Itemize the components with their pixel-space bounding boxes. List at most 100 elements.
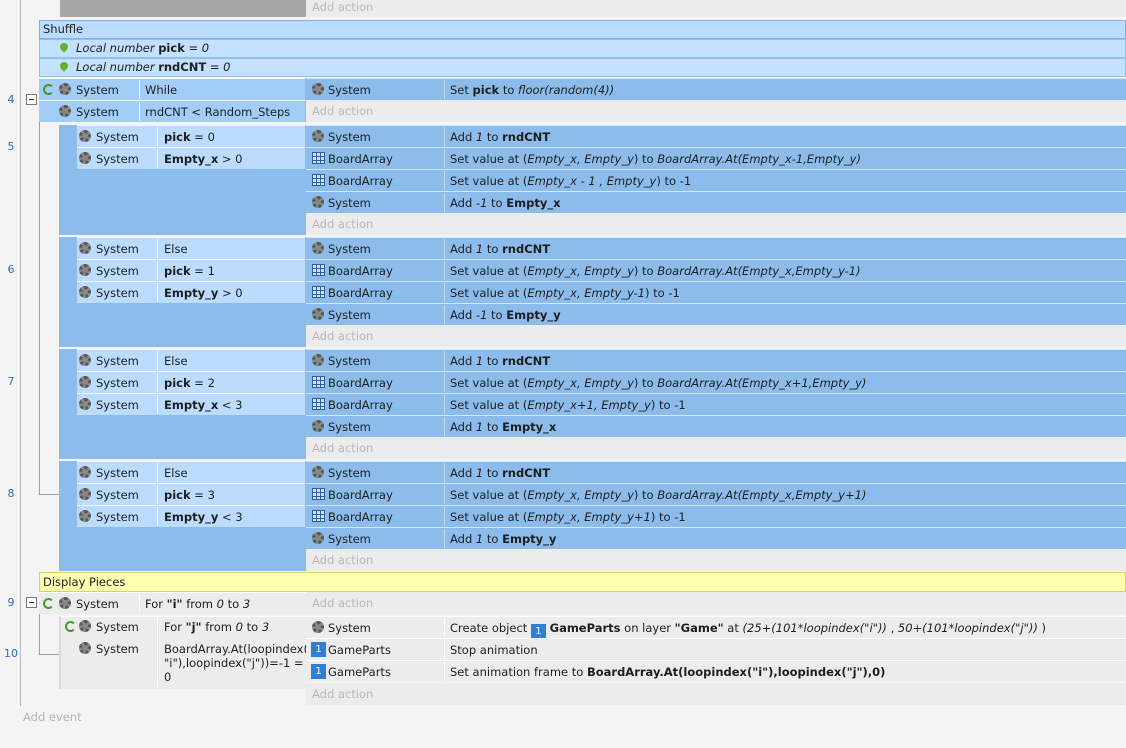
add-action-link[interactable]: Add action: [306, 0, 1126, 17]
array-icon: [312, 376, 325, 388]
gear-icon: [312, 420, 324, 432]
add-action-link[interactable]: Add action: [306, 592, 1126, 614]
tree-line: [39, 614, 40, 654]
event-number: 9: [7, 596, 15, 609]
gear-icon: [79, 642, 91, 654]
gear-icon: [79, 620, 91, 632]
collapse-toggle[interactable]: [26, 597, 37, 608]
action-row[interactable]: System Create object 1 GameParts on layer…: [306, 616, 1126, 639]
group-header-display-pieces[interactable]: Display Pieces: [39, 572, 1126, 592]
event-number: 10: [4, 647, 18, 660]
condition-else[interactable]: System Else: [77, 461, 305, 483]
local-variable-pick[interactable]: Local number pick = 0: [39, 39, 1126, 58]
condition-else[interactable]: System Else: [77, 237, 305, 259]
action-row[interactable]: System Add 1 to rndCNT: [306, 461, 1126, 483]
array-icon: [312, 488, 325, 500]
gear-icon: [79, 242, 91, 254]
condition-row[interactable]: System pick = 3: [77, 483, 305, 505]
gear-icon: [79, 510, 91, 522]
add-action-link[interactable]: Add action: [306, 683, 1126, 705]
condition-while[interactable]: System While: [39, 78, 305, 100]
gear-icon: [312, 196, 324, 208]
gear-icon: [79, 398, 91, 410]
condition-row[interactable]: System pick = 1: [77, 259, 305, 281]
condition-row[interactable]: System Empty_y > 0: [77, 281, 305, 303]
event-sheet: { "n":{"e4":"4","e5":"5","e6":"6","e7":"…: [0, 0, 1126, 748]
action-row[interactable]: BoardArray Set value at (Empty_x, Empty_y…: [306, 505, 1126, 527]
gear-icon: [79, 130, 91, 142]
gear-icon: [312, 621, 324, 633]
action-row[interactable]: System Add 1 to rndCNT: [306, 237, 1126, 259]
condition-row[interactable]: System Empty_x > 0: [77, 147, 305, 169]
tree-line: [39, 122, 40, 494]
variable-icon: [58, 41, 70, 53]
action-row[interactable]: System Add 1 to rndCNT: [306, 349, 1126, 371]
action-row[interactable]: System Add 1 to rndCNT: [306, 125, 1126, 147]
group-header-shuffle[interactable]: Shuffle: [39, 20, 1126, 39]
condition-row[interactable]: System pick = 0: [77, 125, 305, 147]
condition-for-i[interactable]: System For "i" from 0 to 3: [39, 592, 306, 614]
event-number: 6: [7, 263, 15, 276]
action-row[interactable]: System Add -1 to Empty_y: [306, 303, 1126, 325]
array-icon: [312, 398, 325, 410]
add-action-link[interactable]: Add action: [306, 325, 1126, 347]
condition-row[interactable]: System Empty_x < 3: [77, 393, 305, 415]
local-variable-rndcnt[interactable]: Local number rndCNT = 0: [39, 58, 1126, 77]
action-row[interactable]: System Add 1 to Empty_y: [306, 527, 1126, 549]
gear-icon: [312, 242, 324, 254]
action-row[interactable]: BoardArray Set value at (Empty_x, Empty_y…: [306, 259, 1126, 281]
gear-icon: [312, 130, 324, 142]
gear-icon: [79, 488, 91, 500]
condition-for-j[interactable]: System For "j" from 0 to 3: [61, 616, 306, 687]
action-row[interactable]: 1 GameParts Set animation frame to BoardAr…: [306, 660, 1126, 682]
action-row[interactable]: BoardArray Set value at (Empty_x, Empty_y…: [306, 483, 1126, 505]
add-action-link[interactable]: Add action: [306, 213, 1126, 235]
gear-icon: [79, 286, 91, 298]
collapse-toggle[interactable]: [26, 94, 37, 105]
gear-icon: [312, 466, 324, 478]
gear-icon: [312, 532, 324, 544]
condition-rndcnt[interactable]: System rndCNT < Random_Steps: [39, 100, 305, 122]
gear-icon: [312, 83, 324, 95]
gear-icon: [312, 354, 324, 366]
gear-icon: [79, 376, 91, 388]
array-icon: [312, 174, 325, 186]
gear-icon: [79, 354, 91, 366]
action-row[interactable]: BoardArray Set value at (Empty_x, Empty_y…: [306, 281, 1126, 303]
condition-else[interactable]: System Else: [77, 349, 305, 371]
loop-icon: [65, 621, 76, 632]
gear-icon: [59, 597, 71, 609]
loop-icon: [43, 598, 54, 609]
action-row[interactable]: System Add 1 to Empty_x: [306, 415, 1126, 437]
event-number: 8: [7, 487, 15, 500]
gear-icon: [59, 83, 71, 95]
add-action-link[interactable]: Add action: [306, 549, 1126, 571]
action-row[interactable]: BoardArray Set value at (Empty_x, Empty_y…: [306, 147, 1126, 169]
event-number: 4: [7, 93, 15, 106]
previous-condition-block: [60, 0, 306, 17]
condition-row[interactable]: System pick = 2: [77, 371, 305, 393]
action-row[interactable]: BoardArray Set value at (Empty_x - 1 , Em…: [306, 169, 1126, 191]
variable-icon: [58, 60, 70, 72]
add-action-link[interactable]: Add action: [306, 100, 1126, 122]
add-event-link[interactable]: Add event: [23, 710, 82, 724]
action-row[interactable]: BoardArray Set value at (Empty_x+1, Empty…: [306, 393, 1126, 415]
action-row[interactable]: 1 GameParts Stop animation: [306, 638, 1126, 660]
array-icon: [312, 286, 325, 298]
action-row[interactable]: System Set pick to floor(random(4)): [306, 78, 1126, 100]
sprite-icon: 1: [311, 664, 326, 679]
sprite-icon: 1: [530, 624, 546, 639]
gutter-line: [20, 0, 21, 706]
condition-array-check[interactable]: System BoardArray.At(loopindex( "i"),loo…: [61, 638, 308, 688]
condition-row[interactable]: System Empty_y < 3: [77, 505, 305, 527]
add-action-link[interactable]: Add action: [306, 437, 1126, 459]
gear-icon: [312, 308, 324, 320]
gear-icon: [59, 105, 71, 117]
action-row[interactable]: BoardArray Set value at (Empty_x, Empty_y…: [306, 371, 1126, 393]
tree-line: [39, 654, 59, 655]
action-row[interactable]: System Add -1 to Empty_x: [306, 191, 1126, 213]
sprite-icon: 1: [311, 642, 326, 657]
tree-line: [39, 494, 59, 495]
array-icon: [312, 510, 325, 522]
loop-icon: [43, 84, 54, 95]
